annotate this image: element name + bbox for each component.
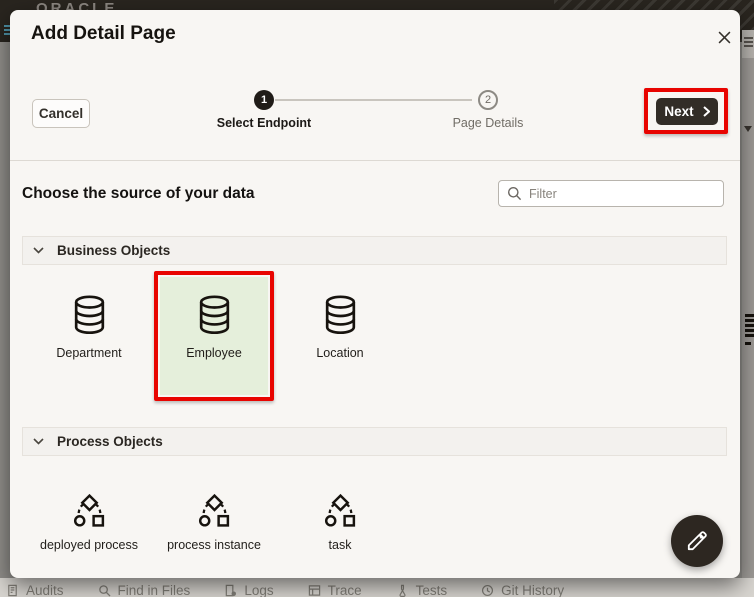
trace-icon: [308, 584, 321, 597]
search-icon: [98, 584, 111, 597]
chevron-down-icon: [33, 438, 44, 445]
database-icon: [35, 295, 143, 336]
tile-task[interactable]: task: [286, 493, 394, 552]
process-icon: [286, 493, 394, 528]
footer-item-git-history[interactable]: Git History: [481, 583, 564, 597]
chevron-right-icon: [703, 106, 710, 117]
database-icon: [286, 295, 394, 336]
wizard-connector-line: [275, 99, 472, 101]
footer-item-audits[interactable]: Audits: [6, 583, 64, 597]
body-heading: Choose the source of your data: [22, 185, 255, 203]
tile-process-instance[interactable]: process instance: [160, 493, 268, 552]
filter-input[interactable]: [529, 187, 715, 201]
chevron-down-icon: [33, 247, 44, 254]
process-icon: [160, 493, 268, 528]
process-icon: [35, 493, 143, 528]
wizard-step-2-indicator[interactable]: 2: [478, 90, 498, 110]
tile-location[interactable]: Location: [286, 295, 394, 360]
tile-department[interactable]: Department: [35, 295, 143, 360]
filter-field[interactable]: [498, 180, 724, 207]
tile-employee[interactable]: Employee: [160, 277, 268, 395]
divider: [10, 160, 740, 161]
wizard-step-1-label: Select Endpoint: [184, 116, 344, 130]
screen: ORACLE Audits Find in Files Logs: [0, 0, 754, 597]
search-icon: [507, 186, 522, 201]
dialog-title: Add Detail Page: [31, 23, 176, 45]
footer-item-find-in-files[interactable]: Find in Files: [98, 583, 191, 597]
logs-icon: [224, 584, 237, 597]
section-header-business-objects[interactable]: Business Objects: [22, 236, 727, 265]
next-button[interactable]: Next: [656, 98, 718, 125]
panel-collapse-icon[interactable]: [744, 126, 752, 132]
database-icon: [160, 295, 268, 336]
add-detail-page-dialog: Add Detail Page Cancel 1 Select Endpoint…: [10, 10, 740, 578]
section-header-process-objects[interactable]: Process Objects: [22, 427, 727, 456]
bottom-status-bar: Audits Find in Files Logs Trace Tests Gi…: [0, 578, 754, 597]
pencil-icon: [685, 529, 709, 553]
audits-icon: [6, 584, 19, 597]
git-history-icon: [481, 584, 494, 597]
footer-item-logs[interactable]: Logs: [224, 583, 273, 597]
footer-item-trace[interactable]: Trace: [308, 583, 362, 597]
edit-fab-button[interactable]: [671, 515, 723, 567]
footer-item-tests[interactable]: Tests: [396, 583, 448, 597]
tile-deployed-process[interactable]: deployed process: [35, 493, 143, 552]
right-panel-edge: [742, 30, 754, 597]
tests-icon: [396, 584, 409, 597]
wizard-step-2-label: Page Details: [408, 116, 568, 130]
cancel-button[interactable]: Cancel: [32, 99, 90, 128]
close-icon[interactable]: [713, 26, 735, 48]
wizard-step-1-indicator[interactable]: 1: [254, 90, 274, 110]
